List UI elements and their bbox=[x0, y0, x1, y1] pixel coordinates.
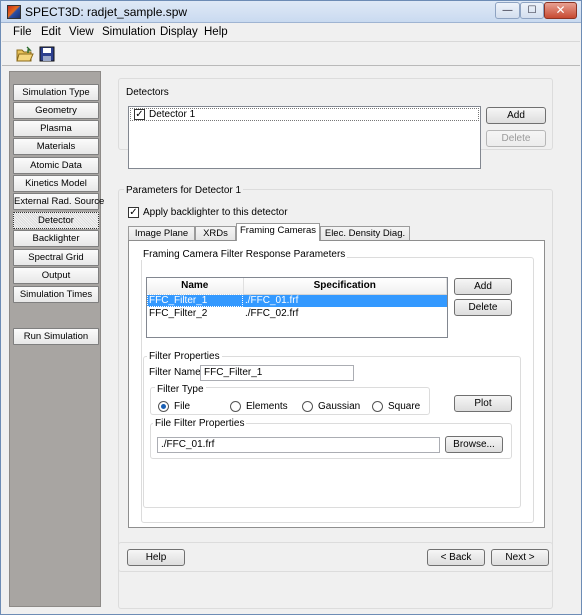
filter-spec-cell: ./FFC_01.frf bbox=[243, 294, 447, 307]
filter-name-input[interactable]: FFC_Filter_1 bbox=[200, 365, 354, 381]
nav-geometry[interactable]: Geometry bbox=[13, 102, 99, 119]
radio-gaussian[interactable] bbox=[302, 401, 313, 412]
filter-properties-title: Filter Properties bbox=[147, 351, 222, 362]
radio-square[interactable] bbox=[372, 401, 383, 412]
nav-kinetics-model[interactable]: Kinetics Model bbox=[13, 175, 99, 192]
menu-display[interactable]: Display bbox=[160, 26, 198, 38]
filter-properties-group: Filter Properties Filter Name: FFC_Filte… bbox=[143, 351, 521, 508]
back-button[interactable]: < Back bbox=[427, 549, 485, 566]
radio-file-label: File bbox=[174, 401, 191, 412]
file-path-input[interactable]: ./FFC_01.frf bbox=[157, 437, 440, 453]
file-filter-properties-group: File Filter Properties ./FFC_01.frf Brow… bbox=[150, 418, 512, 459]
nav-output[interactable]: Output bbox=[13, 267, 99, 284]
file-filter-properties-title: File Filter Properties bbox=[153, 418, 247, 429]
tab-framing-cameras[interactable]: Framing Cameras bbox=[236, 223, 320, 241]
maximize-button[interactable]: ☐ bbox=[520, 2, 544, 19]
backlighter-checkbox[interactable]: ✓ bbox=[128, 207, 139, 218]
navigation-panel: Simulation Type Geometry Plasma Material… bbox=[9, 71, 104, 607]
filter-name-cell: FFC_Filter_1 bbox=[147, 294, 243, 307]
delete-filter-button[interactable]: Delete bbox=[454, 299, 512, 316]
help-button[interactable]: Help bbox=[127, 549, 185, 566]
filter-type-title: Filter Type bbox=[155, 384, 206, 395]
filter-response-group: Framing Camera Filter Response Parameter… bbox=[141, 249, 534, 523]
delete-detector-button[interactable]: Delete bbox=[486, 130, 546, 147]
app-window: SPECT3D: radjet_sample.spw — ☐ ✕ File Ed… bbox=[0, 0, 582, 615]
app-logo-icon bbox=[7, 5, 21, 19]
filter-spec-cell: ./FFC_02.frf bbox=[245, 308, 299, 319]
detectors-title: Detectors bbox=[124, 87, 171, 98]
nav-plasma[interactable]: Plasma bbox=[13, 120, 99, 137]
minimize-button[interactable]: — bbox=[495, 2, 520, 19]
browse-button[interactable]: Browse... bbox=[445, 436, 503, 453]
parameters-title: Parameters for Detector 1 bbox=[124, 185, 244, 196]
nav-backlighter[interactable]: Backlighter bbox=[13, 230, 99, 247]
radio-file[interactable] bbox=[158, 401, 169, 412]
framing-cameras-panel: Framing Camera Filter Response Parameter… bbox=[128, 240, 545, 528]
backlighter-label: Apply backlighter to this detector bbox=[143, 207, 288, 218]
add-detector-button[interactable]: Add bbox=[486, 107, 546, 124]
nav-external-rad-source[interactable]: External Rad. Source bbox=[13, 193, 104, 210]
menu-edit[interactable]: Edit bbox=[41, 26, 61, 38]
save-icon[interactable] bbox=[38, 45, 56, 63]
toolbar bbox=[2, 42, 580, 66]
menu-help[interactable]: Help bbox=[204, 26, 228, 38]
footer-bar: Help < Back Next > bbox=[118, 542, 553, 572]
detector-item-label: Detector 1 bbox=[149, 109, 196, 120]
nav-simulation-times[interactable]: Simulation Times bbox=[13, 286, 99, 303]
nav-materials[interactable]: Materials bbox=[13, 138, 99, 155]
filter-response-title: Framing Camera Filter Response Parameter… bbox=[141, 249, 348, 260]
filters-table[interactable]: Name Specification FFC_Filter_1 ./FFC_01… bbox=[146, 277, 448, 338]
nav-spectral-grid[interactable]: Spectral Grid bbox=[13, 249, 99, 266]
title-bar: SPECT3D: radjet_sample.spw — ☐ ✕ bbox=[1, 1, 581, 23]
run-simulation-button[interactable]: Run Simulation bbox=[13, 328, 99, 345]
column-name-header[interactable]: Name bbox=[147, 278, 244, 295]
filter-name-label: Filter Name: bbox=[149, 367, 204, 378]
detector-page: Detectors ✓ Detector 1 Add Delete Parame… bbox=[111, 71, 579, 611]
menu-bar: File Edit View Simulation Display Help bbox=[2, 23, 580, 42]
nav-atomic-data[interactable]: Atomic Data bbox=[13, 157, 99, 174]
nav-detector[interactable]: Detector bbox=[13, 212, 99, 229]
table-row[interactable]: FFC_Filter_1 ./FFC_01.frf bbox=[147, 294, 447, 307]
menu-file[interactable]: File bbox=[13, 26, 32, 38]
table-header: Name Specification bbox=[147, 278, 447, 295]
radio-elements-label: Elements bbox=[246, 401, 288, 412]
filter-name-cell: FFC_Filter_2 bbox=[149, 308, 208, 319]
radio-gaussian-label: Gaussian bbox=[318, 401, 361, 412]
tab-xrds[interactable]: XRDs bbox=[195, 226, 236, 241]
window-title: SPECT3D: radjet_sample.spw bbox=[25, 5, 188, 19]
open-folder-icon[interactable] bbox=[16, 45, 34, 63]
next-button[interactable]: Next > bbox=[491, 549, 549, 566]
tab-image-plane[interactable]: Image Plane bbox=[128, 226, 195, 241]
nav-simulation-type[interactable]: Simulation Type bbox=[13, 84, 99, 101]
table-row[interactable]: FFC_Filter_2 ./FFC_02.frf bbox=[147, 307, 447, 320]
tab-elec-density-diag[interactable]: Elec. Density Diag. bbox=[320, 226, 410, 241]
radio-square-label: Square bbox=[388, 401, 421, 412]
menu-view[interactable]: View bbox=[69, 26, 94, 38]
detectors-list[interactable]: ✓ Detector 1 bbox=[128, 106, 481, 169]
detectors-group: Detectors ✓ Detector 1 Add Delete bbox=[118, 78, 553, 169]
plot-button[interactable]: Plot bbox=[454, 395, 512, 412]
filter-type-group: Filter Type File Elements Gaussian Squar… bbox=[150, 384, 430, 415]
column-specification-header[interactable]: Specification bbox=[243, 278, 447, 295]
radio-elements[interactable] bbox=[230, 401, 241, 412]
detector-checkbox[interactable]: ✓ bbox=[134, 109, 145, 120]
close-button[interactable]: ✕ bbox=[544, 2, 577, 19]
add-filter-button[interactable]: Add bbox=[454, 278, 512, 295]
list-item[interactable]: ✓ Detector 1 bbox=[130, 108, 479, 121]
menu-simulation[interactable]: Simulation bbox=[102, 26, 156, 38]
